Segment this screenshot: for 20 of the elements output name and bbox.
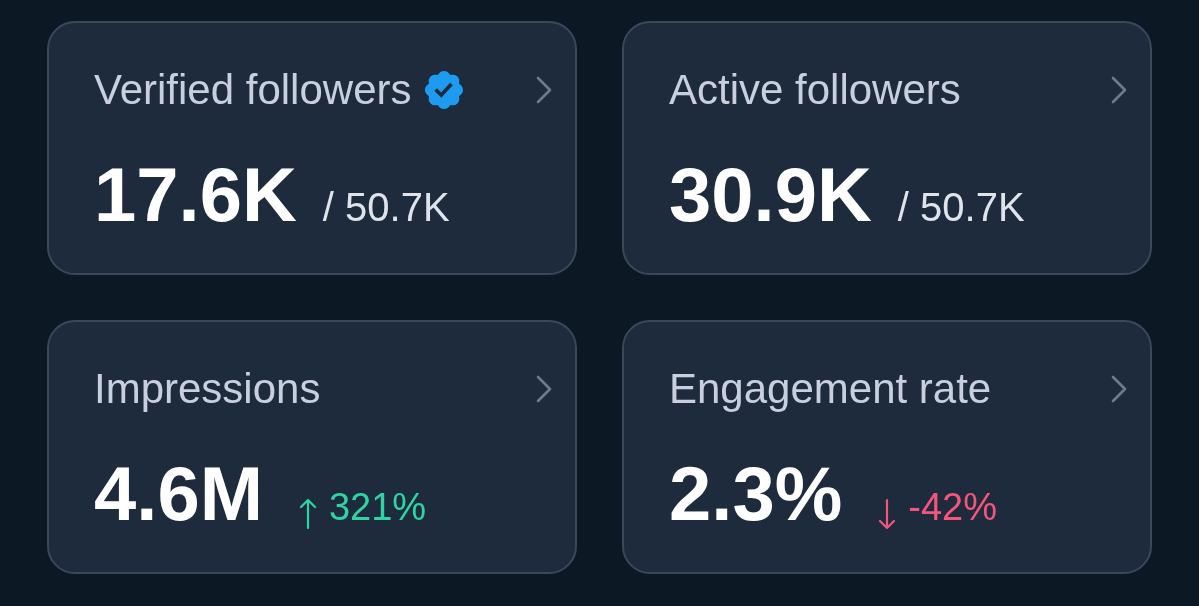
stat-total: / 50.7K [322, 185, 450, 230]
stat-card[interactable]: Verified followers 17.6K / 50.7K [47, 21, 577, 275]
card-title: Engagement rate [669, 364, 992, 414]
chevron-right-icon [535, 375, 553, 403]
card-title: Active followers [669, 65, 961, 115]
stat-card[interactable]: Active followers 30.9K / 50.7K [622, 21, 1152, 275]
stat-value: 4.6M [94, 456, 263, 532]
stat-total: / 50.7K [897, 185, 1025, 230]
chevron-right-icon [535, 76, 553, 104]
chevron-right-icon [1110, 76, 1128, 104]
card-title: Impressions [94, 364, 321, 414]
change-percent: -42% [908, 486, 997, 529]
stat-value: 17.6K [94, 157, 297, 233]
change-percent: 321% [328, 486, 427, 529]
stat-card[interactable]: Engagement rate 2.3% -42% [622, 320, 1152, 574]
card-title: Verified followers [94, 65, 412, 115]
stat-value: 30.9K [669, 157, 872, 233]
stat-value: 2.3% [669, 456, 843, 532]
stat-card[interactable]: Impressions 4.6M 321% [47, 320, 577, 574]
chevron-right-icon [1110, 375, 1128, 403]
